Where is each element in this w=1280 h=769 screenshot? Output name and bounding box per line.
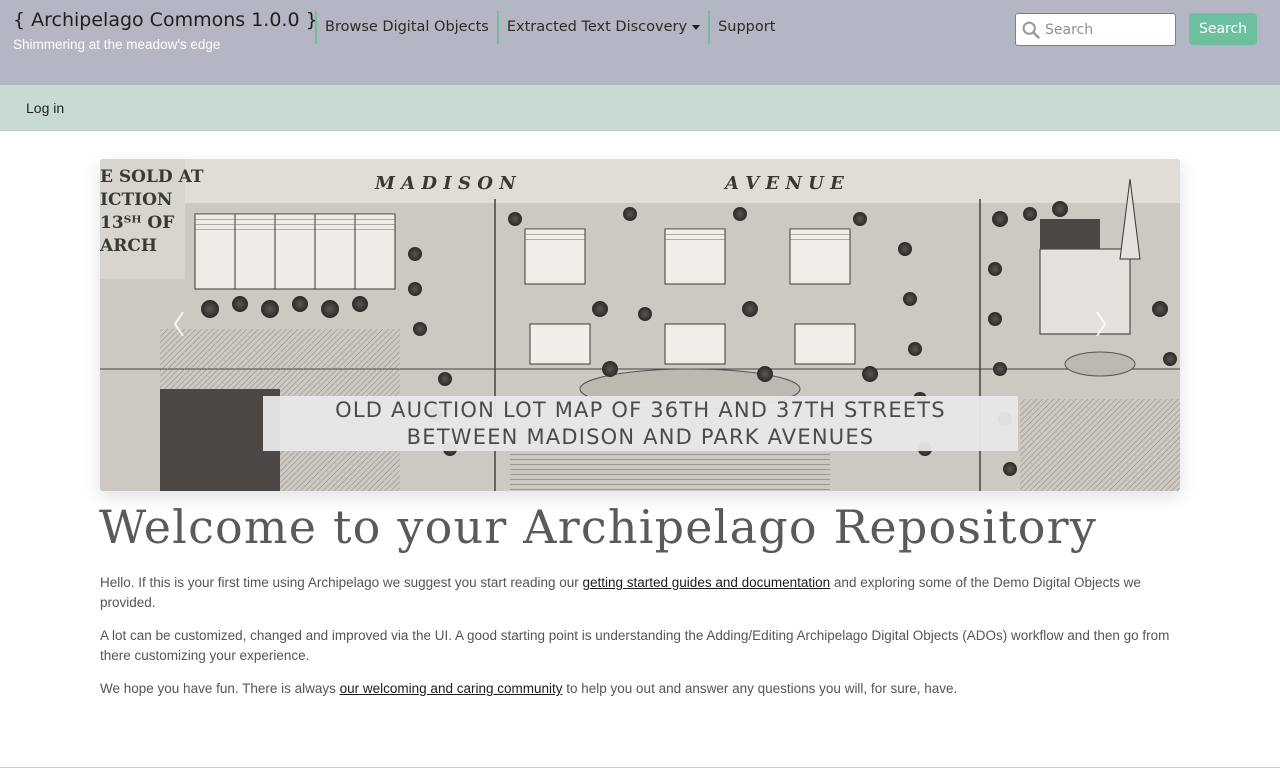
carousel-prev-button[interactable] (172, 309, 186, 339)
map-street-label: A V E N U E (723, 173, 844, 194)
community-text-end: to help you out and answer any questions… (562, 681, 958, 696)
map-corner-label: ARCH (100, 236, 157, 256)
map-street-label: M A D I S O N (374, 173, 517, 194)
main-navigation: Browse Digital Objects Extracted Text Di… (315, 11, 783, 44)
carousel-next-button[interactable] (1094, 309, 1108, 339)
search-icon (1022, 21, 1040, 39)
caret-down-icon (692, 25, 701, 30)
community-paragraph: We hope you have fun. There is always ou… (100, 679, 1185, 699)
caption-line: BETWEEN MADISON AND PARK AVENUES (406, 425, 875, 449)
main-content: Hello. If this is your first time using … (100, 573, 1185, 712)
chevron-right-icon (1096, 311, 1107, 337)
community-link[interactable]: our welcoming and caring community (340, 681, 563, 696)
customization-paragraph: A lot can be customized, changed and imp… (100, 628, 1170, 663)
caption-line: OLD AUCTION LOT MAP OF 36TH AND 37TH STR… (335, 398, 946, 422)
carousel-caption: OLD AUCTION LOT MAP OF 36TH AND 37TH STR… (263, 396, 1018, 451)
nav-browse-digital-objects[interactable]: Browse Digital Objects (315, 11, 497, 44)
search-input[interactable] (1045, 21, 1163, 38)
site-name-link[interactable]: { Archipelago Commons 1.0.0 } (13, 9, 318, 31)
login-link[interactable]: Log in (26, 100, 64, 116)
nav-support[interactable]: Support (708, 11, 783, 44)
page-title: Welcome to your Archipelago Repository (99, 500, 1098, 554)
map-corner-label: ICTION (100, 190, 172, 210)
nav-extracted-text-discovery[interactable]: Extracted Text Discovery (496, 11, 708, 44)
intro-text: Hello. If this is your first time using … (100, 575, 583, 590)
map-corner-label: E SOLD AT (100, 167, 204, 187)
search-field (1015, 13, 1176, 46)
intro-paragraph: Hello. If this is your first time using … (100, 573, 1185, 613)
search-button[interactable]: Search (1189, 13, 1257, 45)
secondary-navigation: Log in (0, 85, 1280, 131)
nav-extracted-text-discovery-label: Extracted Text Discovery (506, 19, 688, 35)
branding: { Archipelago Commons 1.0.0 } Shimmering… (13, 9, 318, 52)
featured-carousel: M A D I S O N A V E N U E E SOLD AT ICTI… (100, 159, 1180, 491)
footer-divider (0, 767, 1280, 768)
map-corner-label: 13ᵀᴴ OF (100, 213, 174, 233)
community-text: We hope you have fun. There is always (100, 681, 340, 696)
site-header: { Archipelago Commons 1.0.0 } Shimmering… (0, 0, 1280, 85)
site-slogan: Shimmering at the meadow's edge (13, 37, 221, 52)
documentation-link[interactable]: getting started guides and documentation (582, 575, 830, 590)
chevron-left-icon (173, 311, 184, 337)
